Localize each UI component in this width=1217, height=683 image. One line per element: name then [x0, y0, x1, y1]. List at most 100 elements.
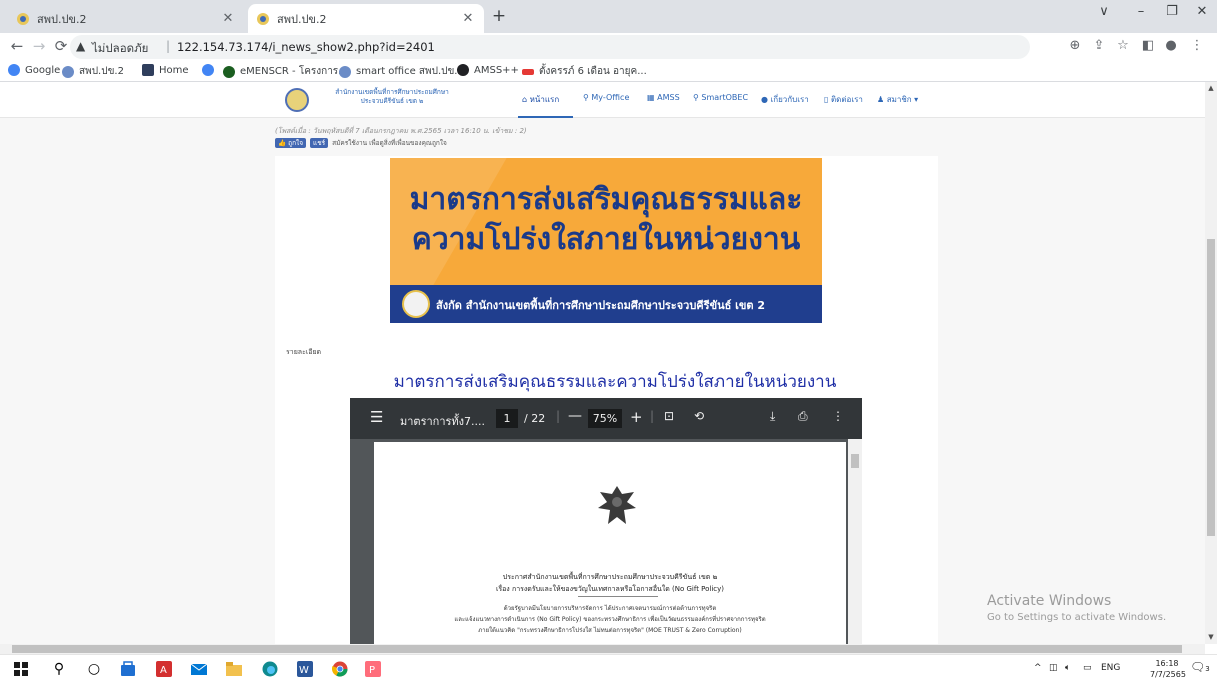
url-text[interactable]: 122.154.73.174/i_news_show2.php?id=2401 — [177, 40, 435, 54]
grid-icon: ▦ — [647, 93, 658, 102]
nav-member[interactable]: ♟ สมาชิก ▾ — [877, 93, 918, 106]
tab-search-button[interactable]: ∨ — [1089, 4, 1119, 19]
facebook-signup-text[interactable]: สมัครใช้งาน เพื่อดูสิ่งที่เพื่อนของคุณถู… — [332, 138, 447, 148]
network-icon[interactable]: ▭ — [1083, 663, 1092, 673]
scroll-thumb[interactable] — [1207, 239, 1215, 536]
search-icon[interactable]: ⚲ — [50, 660, 68, 678]
site-logo[interactable] — [285, 88, 309, 112]
notification-center-icon[interactable]: 🗨︎3 — [1190, 660, 1210, 674]
bookmarks-bar: Google สพป.ปข.2 Home eMENSCR - โครงการ..… — [0, 61, 1217, 82]
zoom-icon[interactable]: ⊕ — [1066, 38, 1084, 53]
globe-icon — [223, 65, 235, 78]
share-icon[interactable]: ⇪ — [1090, 38, 1108, 53]
nav-about[interactable]: ● เกี่ยวกับเรา — [761, 93, 809, 106]
pdf-doc-heading-1: ประกาศสำนักงานเขตพื้นที่การศึกษาประถมศึก… — [502, 573, 718, 581]
bookmark-google-2[interactable] — [202, 64, 219, 76]
nav-my-office[interactable]: ⚲ My-Office — [583, 93, 629, 102]
bookmark-favicon-icon — [522, 68, 534, 75]
bookmark-label: Home — [159, 64, 189, 76]
clock-time: 16:18 — [1155, 659, 1179, 668]
pdf-scrollbar[interactable] — [848, 439, 862, 644]
page-horizontal-scrollbar[interactable] — [0, 644, 1205, 654]
facebook-like-button[interactable]: 👍 ถูกใจ — [275, 138, 307, 148]
nav-amss[interactable]: ▦ AMSS — [647, 93, 680, 102]
facebook-share-button[interactable]: แชร์ — [310, 138, 329, 148]
bookmark-amss[interactable]: AMSS++ — [457, 64, 519, 76]
site-favicon-icon — [17, 12, 29, 25]
pdf-zoom-input[interactable]: 75% — [588, 409, 622, 428]
cortana-icon[interactable]: ○ — [85, 660, 103, 678]
bookmark-smart-office[interactable]: smart office สพป.ปข.2 — [339, 64, 464, 79]
chrome-icon[interactable] — [331, 660, 349, 678]
pdf-body-line: และแจ้งแนวทางการดำเนินการ (No Gift Polic… — [454, 616, 766, 623]
mail-icon[interactable] — [190, 660, 208, 678]
pdf-filename: มาตราการทั้ง7.... — [400, 415, 486, 428]
site-favicon-icon — [62, 65, 74, 78]
volume-icon[interactable]: 🔈︎ — [1065, 663, 1070, 673]
banner-top: มาตรการส่งเสริมคุณธรรมและ ความโปร่งใสภาย… — [390, 158, 822, 285]
scroll-down-icon[interactable]: ▼ — [1205, 633, 1217, 641]
tab-title: สพป.ปข.2 — [277, 12, 327, 26]
new-tab-button[interactable]: + — [488, 6, 510, 26]
scroll-thumb[interactable] — [12, 645, 1182, 653]
word-icon[interactable]: W — [296, 660, 314, 678]
site-brand[interactable]: สำนักงานเขตพื้นที่การศึกษาประถมศึกษา ประ… — [312, 88, 472, 106]
address-bar[interactable]: ▲ ไม่ปลอดภัย | 122.154.73.174/i_news_sho… — [70, 35, 1030, 59]
browser-tab[interactable]: สพป.ปข.2 ✕ — [8, 4, 244, 33]
bookmark-home[interactable]: Home — [142, 64, 189, 76]
store-icon[interactable] — [119, 660, 137, 678]
taskbar-clock[interactable]: 16:18 7/7/2565 — [1150, 658, 1186, 680]
tab-close-icon[interactable]: ✕ — [220, 11, 236, 26]
zoom-in-icon[interactable]: + — [630, 408, 643, 426]
side-panel-icon[interactable]: ◧ — [1139, 38, 1157, 53]
reload-icon[interactable]: ⟳ — [52, 37, 70, 55]
print-icon[interactable]: ⎙ — [798, 409, 808, 424]
close-window-button[interactable]: ✕ — [1187, 4, 1217, 19]
nav-home[interactable]: ⌂ หน้าแรก — [522, 93, 559, 106]
tray-app-icon[interactable]: ◫ — [1049, 663, 1058, 673]
profile-avatar-icon[interactable]: ● — [1162, 38, 1180, 53]
file-explorer-icon[interactable] — [225, 660, 243, 678]
tray-overflow-icon[interactable]: ^ — [1034, 663, 1042, 673]
pdf-viewer[interactable]: ☰ มาตราการทั้ง7.... 1 / 22 | — 75% + | ⊡… — [350, 398, 862, 644]
minimize-button[interactable]: – — [1126, 4, 1156, 19]
more-options-icon[interactable]: ⋮ — [832, 409, 844, 423]
windows-start-icon[interactable] — [12, 660, 30, 678]
bookmark-emenscr[interactable]: eMENSCR - โครงการ... — [223, 64, 348, 79]
bookmark-pregnancy[interactable]: ตั้งครรภ์ 6 เดือน อายุค... — [522, 64, 647, 79]
brand-line-1: สำนักงานเขตพื้นที่การศึกษาประถมศึกษา — [335, 88, 449, 96]
forward-arrow-icon[interactable]: → — [30, 37, 48, 55]
bookmark-star-icon[interactable]: ☆ — [1114, 38, 1132, 53]
back-arrow-icon[interactable]: ← — [8, 37, 26, 55]
scroll-up-icon[interactable]: ▲ — [1205, 84, 1217, 92]
powerpoint-icon[interactable]: P — [364, 660, 382, 678]
rotate-icon[interactable]: ⟲ — [694, 409, 704, 423]
acrobat-icon[interactable]: A — [155, 660, 173, 678]
banner-line-2: ความโปร่งใสภายในหน่วยงาน — [411, 222, 801, 257]
page-vertical-scrollbar[interactable]: ▲ ▼ — [1205, 82, 1217, 644]
nav-smartobec[interactable]: ⚲ SmartOBEC — [693, 93, 748, 102]
pdf-scroll-thumb[interactable] — [851, 454, 859, 468]
menu-kebab-icon[interactable]: ⋮ — [1188, 38, 1206, 53]
browser-tab-active[interactable]: สพป.ปข.2 ✕ — [248, 4, 484, 33]
bookmark-label: ตั้งครรภ์ 6 เดือน อายุค... — [539, 66, 647, 77]
nav-contact[interactable]: ▯ ติดต่อเรา — [824, 93, 863, 106]
bookmark-spp[interactable]: สพป.ปข.2 — [62, 64, 124, 79]
edge-icon[interactable] — [261, 660, 279, 678]
site-favicon-icon — [339, 65, 351, 78]
language-indicator[interactable]: ENG — [1101, 663, 1120, 673]
fit-page-icon[interactable]: ⊡ — [664, 409, 674, 423]
screen: สพป.ปข.2 ✕ สพป.ปข.2 ✕ + ∨ – ❐ ✕ ← → ⟳ ▲ … — [0, 0, 1217, 683]
pdf-page-input[interactable]: 1 — [496, 409, 518, 428]
tab-close-icon[interactable]: ✕ — [460, 11, 476, 26]
globe-icon — [457, 64, 469, 76]
hamburger-menu-icon[interactable]: ☰ — [370, 408, 383, 426]
zoom-out-icon[interactable]: — — [568, 408, 582, 424]
restore-button[interactable]: ❐ — [1157, 4, 1187, 19]
warning-icon[interactable]: ▲ — [76, 39, 85, 53]
bookmark-google[interactable]: Google — [8, 64, 60, 76]
windows-taskbar: ⚲ ○ A W P ^ ◫ 🔈︎ ▭ ENG 16:18 7/7/2565 🗨︎… — [0, 654, 1217, 683]
download-icon[interactable]: ⤓ — [770, 409, 775, 424]
site-favicon-icon — [257, 12, 269, 25]
security-label[interactable]: ไม่ปลอดภัย — [92, 40, 148, 58]
